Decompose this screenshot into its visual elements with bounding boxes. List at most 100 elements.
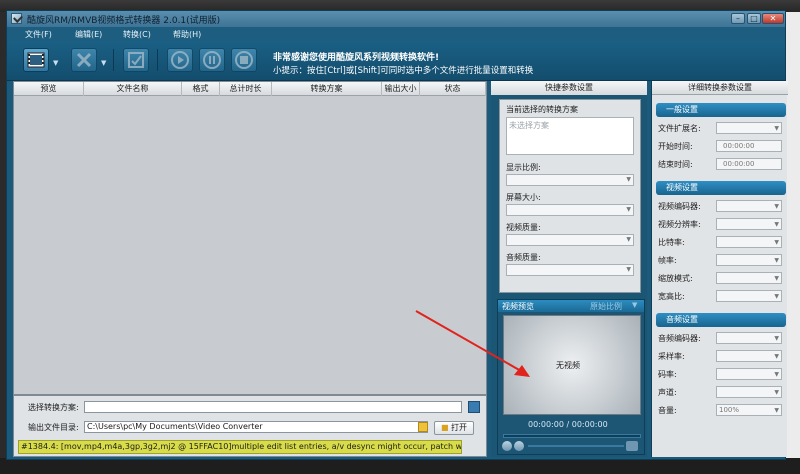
desktop-right-edge — [786, 12, 800, 474]
audio-codec-select[interactable] — [716, 332, 782, 344]
quick-settings-panel: 快捷参数设置 当前选择的转换方案 未选择方案 显示比例: 屏幕大小: 视频质量:… — [491, 81, 647, 457]
scheme-select[interactable] — [84, 401, 462, 413]
output-dir-label: 输出文件目录: — [28, 423, 79, 432]
video-codec-label: 视频编码器: — [658, 202, 701, 211]
menu-bar: 文件(F) 编辑(E) 转换(C) 帮助(H) — [7, 27, 785, 41]
title-bar: 酷旋风RM/RMVB视频格式转换器 2.0.1(试用版) – □ ✕ — [7, 11, 785, 27]
ext-label: 文件扩展名: — [658, 124, 701, 133]
snapshot-icon[interactable] — [626, 441, 638, 451]
pause-icon — [203, 51, 221, 69]
current-time: 00:00:00 — [528, 420, 564, 429]
column-filename[interactable]: 文件名称 — [84, 82, 182, 96]
bitrate-select[interactable] — [716, 236, 782, 248]
current-scheme-box: 未选择方案 — [506, 117, 634, 155]
column-duration[interactable]: 总计时长 — [220, 82, 272, 96]
audio-bitrate-select[interactable] — [716, 368, 782, 380]
column-output-size[interactable]: 输出大小 — [382, 82, 420, 96]
audio-codec-label: 音频编码器: — [658, 334, 701, 343]
add-dropdown-arrow-icon[interactable]: ▼ — [53, 59, 58, 67]
audio-quality-label: 音频质量: — [506, 253, 541, 262]
volume-label: 音量: — [658, 406, 677, 415]
file-list-header: 预览 文件名称 格式 总计时长 转换方案 输出大小 状态 — [14, 82, 486, 96]
volume-icon[interactable] — [514, 441, 524, 451]
play-small-icon[interactable] — [502, 441, 512, 451]
save-scheme-icon[interactable] — [468, 401, 480, 413]
aspect-ratio-select[interactable] — [716, 290, 782, 302]
no-video-text: 无视频 — [556, 361, 580, 370]
video-quality-select[interactable] — [506, 234, 634, 246]
quick-settings-body: 当前选择的转换方案 未选择方案 显示比例: 屏幕大小: 视频质量: 音频质量: — [499, 99, 641, 293]
open-button-label: 打开 — [451, 423, 468, 432]
start-time-label: 开始时间: — [658, 142, 693, 151]
audio-group-header[interactable]: 音频设置 — [656, 313, 786, 327]
column-format[interactable]: 格式 — [182, 82, 220, 96]
video-quality-label: 视频质量: — [506, 223, 541, 232]
stop-button[interactable] — [231, 48, 257, 72]
current-scheme-label: 当前选择的转换方案 — [506, 105, 578, 114]
time-display: 00:00:00 / 00:00:00 — [528, 420, 608, 429]
app-icon — [11, 13, 22, 24]
window-title: 酷旋风RM/RMVB视频格式转换器 2.0.1(试用版) — [27, 16, 221, 26]
screen-size-label: 屏幕大小: — [506, 193, 541, 202]
video-codec-select[interactable] — [716, 200, 782, 212]
menu-file[interactable]: 文件(F) — [25, 29, 52, 40]
close-button[interactable]: ✕ — [762, 13, 784, 24]
aspect-ratio-label: 宽高比: — [658, 292, 685, 301]
seek-bar[interactable] — [503, 434, 641, 438]
add-video-button[interactable] — [23, 48, 49, 72]
toolbar-separator — [113, 49, 114, 71]
remove-button[interactable] — [71, 48, 97, 72]
channels-select[interactable] — [716, 386, 782, 398]
browse-folder-icon[interactable] — [418, 422, 428, 432]
screen-size-select[interactable] — [506, 204, 634, 216]
column-scheme[interactable]: 转换方案 — [272, 82, 382, 96]
convert-button[interactable] — [123, 48, 149, 72]
scale-mode-label: 缩放模式: — [658, 274, 693, 283]
minimize-button[interactable]: – — [731, 13, 745, 24]
sample-rate-select[interactable] — [716, 350, 782, 362]
maximize-button[interactable]: □ — [747, 13, 761, 24]
ratio-dropdown-icon[interactable]: ▼ — [632, 301, 637, 309]
detail-settings-panel: 详细转换参数设置 一般设置 文件扩展名: 开始时间: 00:00:00 结束时间… — [651, 81, 788, 457]
aspect-select[interactable] — [506, 174, 634, 186]
video-group-header[interactable]: 视频设置 — [656, 181, 786, 195]
remove-dropdown-arrow-icon[interactable]: ▼ — [101, 59, 106, 67]
bitrate-label: 比特率: — [658, 238, 685, 247]
volume-select[interactable]: 100% — [716, 404, 782, 416]
end-time-input[interactable]: 00:00:00 — [716, 158, 782, 170]
video-resolution-select[interactable] — [716, 218, 782, 230]
end-time-label: 结束时间: — [658, 160, 693, 169]
pause-button[interactable] — [199, 48, 225, 72]
menu-edit[interactable]: 编辑(E) — [75, 29, 102, 40]
audio-quality-select[interactable] — [506, 264, 634, 276]
toolbar-separator — [157, 49, 158, 71]
volume-slider[interactable] — [528, 445, 624, 447]
sample-rate-label: 采样率: — [658, 352, 685, 361]
audio-bitrate-label: 码率: — [658, 370, 677, 379]
scale-mode-select[interactable] — [716, 272, 782, 284]
toolbar: ▼ ▼ 非常感谢您使用酷旋风系列视频转换软件! 小提示：按住[Ctrl]或[Sh… — [7, 41, 785, 81]
column-preview[interactable]: 预览 — [14, 82, 84, 96]
scheme-placeholder: 未选择方案 — [509, 121, 549, 130]
menu-convert[interactable]: 转换(C) — [123, 29, 151, 40]
framerate-label: 帧率: — [658, 256, 677, 265]
framerate-select[interactable] — [716, 254, 782, 266]
open-button[interactable]: ■ 打开 — [434, 421, 474, 435]
column-status[interactable]: 状态 — [420, 82, 486, 96]
quick-settings-title: 快捷参数设置 — [491, 81, 647, 95]
aspect-label: 显示比例: — [506, 163, 541, 172]
detail-settings-title: 详细转换参数设置 — [652, 81, 788, 95]
play-button[interactable] — [167, 48, 193, 72]
general-group-header[interactable]: 一般设置 — [656, 103, 786, 117]
preview-ratio[interactable]: 原始比例 — [590, 301, 622, 312]
ext-select[interactable] — [716, 122, 782, 134]
output-dir-field[interactable]: C:\Users\pc\My Documents\Video Converter — [84, 421, 428, 433]
convert-icon — [128, 52, 144, 68]
start-time-input[interactable]: 00:00:00 — [716, 140, 782, 152]
menu-help[interactable]: 帮助(H) — [173, 29, 201, 40]
total-time: 00:00:00 — [571, 420, 608, 429]
stop-icon — [235, 51, 253, 69]
desktop-bottom-edge — [0, 458, 800, 474]
play-icon — [171, 51, 189, 69]
video-resolution-label: 视频分辨率: — [658, 220, 701, 229]
